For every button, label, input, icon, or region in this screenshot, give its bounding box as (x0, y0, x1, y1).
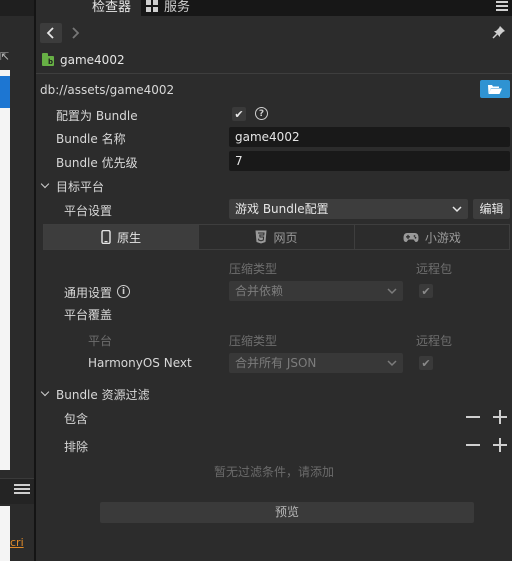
general-settings-label: 通用设置 (64, 286, 113, 300)
preview-button[interactable]: 预览 (100, 502, 474, 523)
general-header-row: 压缩类型 远程包 (36, 256, 512, 278)
menu-icon[interactable] (14, 482, 30, 496)
compress-type-header: 压缩类型 (229, 262, 278, 276)
platform-override-label: 平台覆盖 (64, 308, 113, 322)
left-panel: ⇱ cri (0, 0, 36, 561)
override-compress-select[interactable]: 合并所有 JSON (229, 353, 403, 373)
target-platform-label: 目标平台 (56, 180, 105, 194)
pin-icon[interactable] (492, 25, 506, 39)
override-header-row: 平台 压缩类型 远程包 (36, 328, 512, 350)
tab-web-label: 网页 (273, 230, 298, 245)
filter-empty-message: 暂无过滤条件，请添加 (213, 465, 334, 479)
exclude-label: 排除 (64, 440, 89, 454)
override-remote-checkbox[interactable]: ✔ (419, 356, 433, 370)
bundle-priority-input[interactable]: 7 (229, 151, 510, 171)
bundle-name-label: Bundle 名称 (56, 132, 126, 146)
tab-native-label: 原生 (117, 230, 142, 245)
filter-section-label: Bundle 资源过滤 (56, 388, 150, 402)
edit-button[interactable]: 编辑 (473, 199, 510, 219)
bundle-priority-label: Bundle 优先级 (56, 156, 138, 170)
plus-icon[interactable] (493, 410, 507, 424)
platform-override-row: 平台覆盖 (36, 302, 512, 324)
folder-open-icon (488, 85, 502, 94)
tab-label: 检查器 (92, 0, 132, 15)
html5-icon (255, 230, 267, 244)
override-platform-name: HarmonyOS Next (88, 356, 192, 370)
chevron-down-icon (452, 206, 462, 213)
bundle-name-input[interactable]: game4002 (229, 127, 510, 147)
info-icon[interactable]: i (117, 285, 130, 298)
console-link[interactable]: cri (10, 536, 24, 549)
asset-path: db://assets/game4002 (40, 83, 175, 97)
override-row-harmonyos: HarmonyOS Next 合并所有 JSON ✔ (36, 352, 512, 374)
tab-inspector[interactable]: 检查器 (36, 0, 142, 16)
asset-path-row: db://assets/game4002 (36, 80, 512, 102)
asset-header: b game4002 (36, 48, 512, 74)
help-icon[interactable]: ? (255, 107, 268, 120)
platform-settings-label: 平台设置 (64, 204, 113, 218)
general-compress-select[interactable]: 合并依赖 (229, 281, 403, 301)
chevron-right-icon (72, 27, 80, 39)
remote-header: 远程包 (416, 262, 453, 276)
panel-menu-icon[interactable] (496, 1, 508, 13)
plus-icon[interactable] (493, 438, 507, 452)
inspector-panel: b game4002 db://assets/game4002 配置为 Bund… (36, 16, 512, 561)
back-button[interactable] (40, 23, 62, 43)
phone-icon (101, 230, 111, 244)
override-compress-header: 压缩类型 (229, 334, 278, 348)
tab-minigame-label: 小游戏 (424, 230, 461, 245)
general-compress-value: 合并依赖 (235, 284, 284, 298)
target-platform-section[interactable]: 目标平台 (36, 174, 512, 196)
bundle-priority-row: Bundle 优先级 7 (36, 150, 512, 172)
expand-caret-icon (40, 179, 50, 189)
exclude-row: 排除 (36, 434, 512, 456)
bundle-name-row: Bundle 名称 game4002 (36, 126, 512, 148)
config-bundle-checkbox[interactable]: ✔ (232, 107, 246, 121)
platform-tabs: 原生 网页 小游戏 (43, 224, 510, 250)
asset-tree[interactable] (0, 70, 10, 470)
config-bundle-row: 配置为 Bundle ✔ ? (36, 103, 512, 125)
chevron-down-icon (387, 288, 397, 295)
override-compress-value: 合并所有 JSON (235, 356, 317, 370)
inspector-nav (36, 20, 512, 44)
bundle-folder-icon: b (42, 53, 54, 66)
forward-button[interactable] (64, 23, 86, 43)
collapse-icon[interactable]: ⇱ (0, 50, 10, 64)
open-folder-button[interactable] (480, 80, 510, 98)
chevron-down-icon (387, 360, 397, 367)
override-remote-header: 远程包 (416, 334, 453, 348)
platform-settings-select[interactable]: 游戏 Bundle配置 (229, 199, 468, 219)
chevron-left-icon (46, 27, 54, 39)
gamepad-icon (403, 232, 419, 243)
minus-icon[interactable] (466, 438, 480, 452)
platform-settings-value: 游戏 Bundle配置 (235, 202, 329, 216)
tab-label: 服务 (164, 0, 191, 15)
platform-settings-row: 平台设置 游戏 Bundle配置 编辑 (36, 198, 512, 220)
include-label: 包含 (64, 412, 89, 426)
tab-bar: 检查器 服务 (36, 0, 512, 16)
tab-minigame[interactable]: 小游戏 (355, 225, 509, 249)
config-bundle-label: 配置为 Bundle (56, 109, 138, 123)
grid-icon (146, 0, 158, 12)
minus-icon[interactable] (466, 410, 480, 424)
general-settings-row: 通用设置 i 合并依赖 ✔ (36, 280, 512, 302)
console-area (0, 506, 10, 561)
filter-section[interactable]: Bundle 资源过滤 (36, 382, 512, 404)
tab-native[interactable]: 原生 (44, 225, 200, 249)
asset-name: game4002 (60, 53, 125, 67)
general-remote-checkbox[interactable]: ✔ (419, 284, 433, 298)
include-row: 包含 (36, 406, 512, 428)
expand-caret-icon (40, 387, 50, 397)
tab-services[interactable]: 服务 (136, 0, 200, 16)
platform-header: 平台 (88, 334, 113, 348)
left-panel-tab[interactable] (0, 0, 36, 16)
tab-web[interactable]: 网页 (199, 225, 355, 249)
asset-tree-selected-item[interactable] (0, 76, 10, 108)
